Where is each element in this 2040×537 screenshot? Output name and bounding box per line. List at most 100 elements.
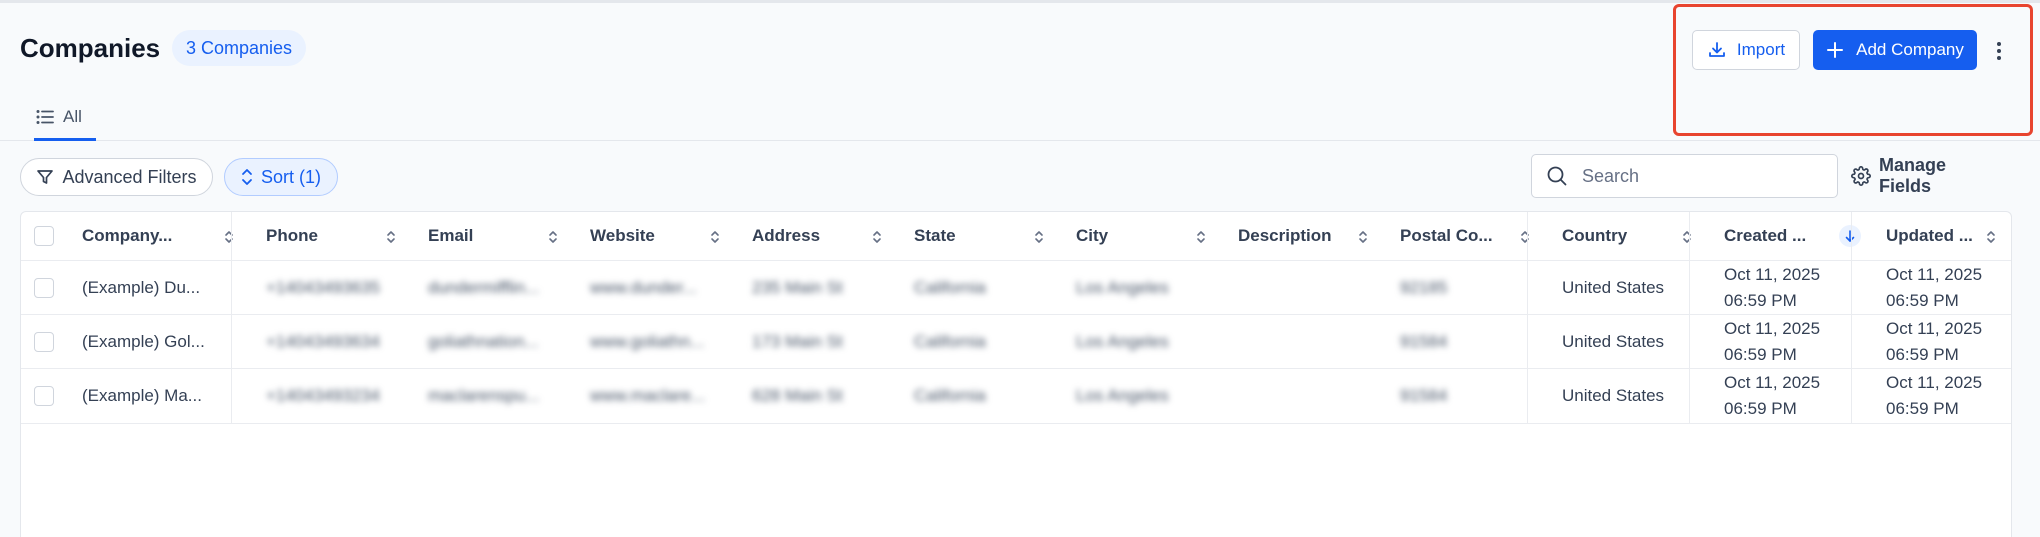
column-label: City — [1076, 226, 1109, 245]
sort-icon — [1359, 231, 1367, 243]
select-all-checkbox[interactable] — [34, 226, 54, 246]
column-header-address[interactable]: Address — [737, 212, 899, 260]
updated-time: 06:59 PM — [1886, 290, 1959, 310]
cell-company[interactable]: (Example) Du... — [67, 261, 251, 314]
column-header-updated[interactable]: Updated ... — [1871, 212, 2011, 260]
sort-label: Sort (1) — [260, 166, 321, 187]
sort-icon — [1521, 231, 1529, 243]
advanced-filters-label: Advanced Filters — [62, 166, 197, 187]
created-date: Oct 11, 2025 — [1724, 373, 1821, 392]
column-header-website[interactable]: Website — [575, 212, 737, 260]
sort-icon — [549, 231, 557, 243]
updated-date: Oct 11, 2025 — [1886, 318, 1983, 338]
cell-description — [1223, 315, 1385, 368]
cell-city: Los Angeles — [1076, 386, 1169, 405]
cell-company[interactable]: (Example) Ma... — [67, 369, 251, 423]
cell-email: goliathnation... — [428, 331, 539, 351]
column-header-email[interactable]: Email — [413, 212, 575, 260]
cell-website: www.maclare... — [590, 386, 706, 405]
sort-icon — [241, 168, 253, 186]
column-label: Address — [752, 226, 821, 245]
row-select-cell — [21, 369, 67, 423]
column-label: Country — [1562, 226, 1628, 245]
column-header-postal-code[interactable]: Postal Co... — [1385, 212, 1547, 260]
column-label: State — [914, 226, 956, 245]
column-header-description[interactable]: Description — [1223, 212, 1385, 260]
cell-website: www.goliathn... — [590, 331, 705, 351]
cell-email: dundermifflin... — [428, 277, 540, 297]
table-row[interactable]: (Example) Gol... +14043493634 goliathnat… — [21, 315, 2011, 369]
table-header-row: Company... Phone Email Website Address S… — [21, 212, 2011, 261]
sort-icon — [1683, 231, 1691, 243]
cell-created: Oct 11, 2025 06:59 PM — [1709, 369, 1871, 423]
more-options-button[interactable] — [1988, 35, 2010, 67]
column-header-city[interactable]: City — [1061, 212, 1223, 260]
add-company-button[interactable]: Add Company — [1813, 30, 1977, 70]
cell-state: California — [914, 277, 986, 297]
table-row[interactable]: (Example) Ma... +14043493234 maclarenspu… — [21, 369, 2011, 424]
updated-time: 06:59 PM — [1886, 344, 1959, 364]
created-date: Oct 11, 2025 — [1724, 318, 1821, 338]
sort-icon — [873, 231, 881, 243]
column-label: Postal Co... — [1400, 226, 1493, 245]
search-input[interactable] — [1582, 165, 1822, 187]
table-row[interactable]: (Example) Du... +14043493635 dundermiffl… — [21, 261, 2011, 315]
kebab-menu-icon — [1996, 41, 2002, 61]
column-label: Updated ... — [1886, 226, 1973, 245]
filter-icon — [36, 168, 54, 186]
cell-created: Oct 11, 2025 06:59 PM — [1709, 315, 1871, 368]
cell-country: United States — [1562, 277, 1665, 297]
sort-button[interactable]: Sort (1) — [224, 158, 338, 196]
row-checkbox[interactable] — [34, 386, 54, 406]
updated-date: Oct 11, 2025 — [1886, 264, 1983, 284]
cell-phone: +14043493635 — [266, 277, 380, 297]
cell-postal-code: 91584 — [1400, 386, 1448, 405]
cell-email: maclarenspu... — [428, 386, 540, 405]
row-select-cell — [21, 315, 67, 368]
row-checkbox[interactable] — [34, 331, 54, 352]
column-label: Description — [1238, 226, 1332, 245]
cell-state: California — [914, 331, 986, 351]
import-button[interactable]: Import — [1692, 30, 1800, 70]
search-box[interactable] — [1531, 154, 1838, 198]
cell-phone: +14043493234 — [266, 386, 380, 405]
list-icon — [36, 109, 54, 125]
column-header-state[interactable]: State — [899, 212, 1061, 260]
column-header-created[interactable]: Created ... — [1709, 212, 1871, 260]
cell-city: Los Angeles — [1076, 277, 1169, 297]
page-header: Companies 3 Companies Import Add Company — [0, 3, 2040, 136]
column-label: Created ... — [1724, 226, 1807, 245]
select-all-cell — [21, 212, 67, 260]
sort-icon — [225, 231, 233, 243]
column-header-phone[interactable]: Phone — [251, 212, 413, 260]
count-badge: 3 Companies — [172, 30, 307, 66]
cell-city: Los Angeles — [1076, 331, 1169, 351]
cell-postal-code: 91584 — [1400, 331, 1448, 351]
column-header-country[interactable]: Country — [1547, 212, 1709, 260]
column-header-company[interactable]: Company... — [67, 212, 251, 260]
tab-all[interactable]: All — [34, 95, 96, 141]
cell-address: 628 Main St — [752, 386, 843, 405]
search-icon — [1546, 165, 1568, 187]
page: Companies 3 Companies Import Add Company — [0, 0, 2040, 537]
add-company-label: Add Company — [1856, 40, 1964, 59]
companies-table: Company... Phone Email Website Address S… — [20, 211, 2012, 537]
cell-address: 235 Main St — [752, 277, 843, 297]
view-tabs: All — [0, 95, 2040, 141]
cell-updated: Oct 11, 2025 06:59 PM — [1871, 315, 2011, 368]
column-label: Phone — [266, 226, 318, 245]
cell-created: Oct 11, 2025 06:59 PM — [1709, 261, 1871, 314]
sort-icon — [1035, 231, 1043, 243]
cell-company[interactable]: (Example) Gol... — [67, 315, 251, 368]
manage-fields-button[interactable]: Manage Fields — [1851, 155, 2003, 196]
import-label: Import — [1736, 40, 1786, 59]
column-label: Email — [428, 226, 474, 245]
created-time: 06:59 PM — [1724, 344, 1797, 364]
created-date: Oct 11, 2025 — [1724, 264, 1821, 284]
advanced-filters-button[interactable]: Advanced Filters — [20, 158, 213, 196]
gear-icon — [1851, 166, 1871, 186]
cell-updated: Oct 11, 2025 06:59 PM — [1871, 261, 2011, 314]
row-checkbox[interactable] — [34, 277, 54, 298]
cell-website: www.dunder... — [590, 277, 697, 297]
cell-state: California — [914, 386, 986, 405]
